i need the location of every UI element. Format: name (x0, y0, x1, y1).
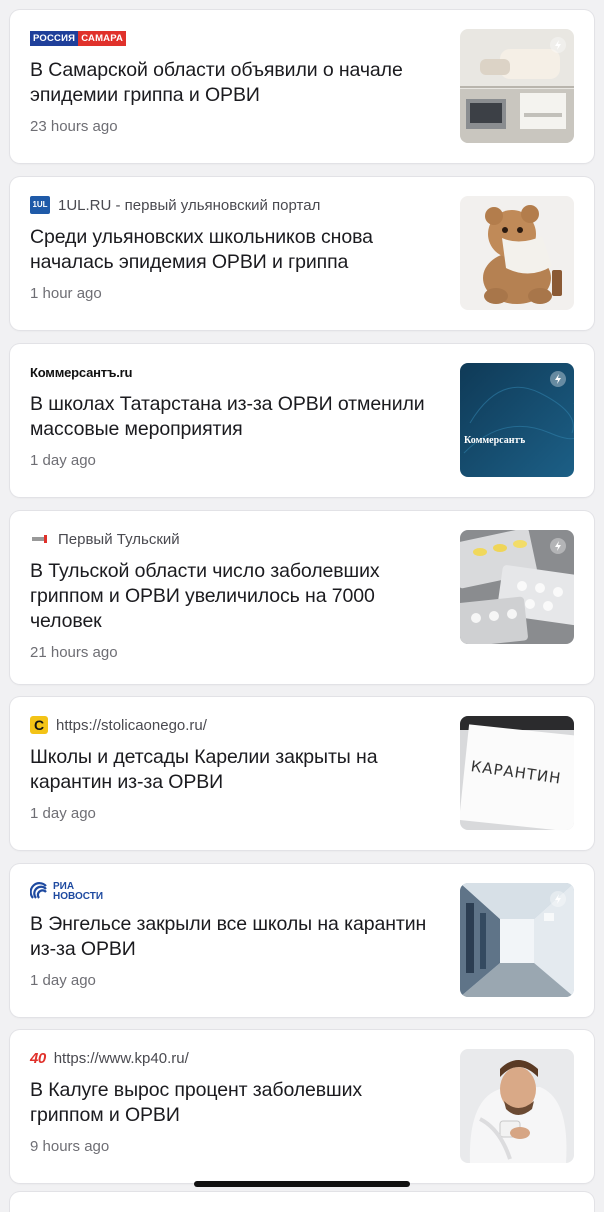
news-card[interactable]: 40 https://www.kp40.ru/ В Калуге вырос п… (10, 1030, 594, 1183)
article-time: 21 hours ago (30, 644, 118, 661)
article-thumbnail[interactable] (460, 29, 574, 143)
article-thumbnail[interactable] (460, 883, 574, 997)
source-name[interactable]: 1UL.RU - первый ульяновский портал (58, 197, 320, 214)
article-time: 1 day ago (30, 972, 96, 989)
card-text: Первый Тульский В Тульской области число… (30, 529, 440, 662)
card-text: РОССИЯ САМАРА В Самарской области объявил… (30, 28, 440, 135)
quarantine-sign-icon: КАРАНТИН (460, 716, 574, 830)
source-row: Первый Тульский (30, 529, 440, 549)
article-time: 1 day ago (30, 805, 96, 822)
article-title[interactable]: В Калуге вырос процент заболевших гриппо… (30, 1078, 440, 1128)
source-row: РОССИЯ САМАРА (30, 28, 440, 48)
1ul-logo: 1UL (30, 196, 50, 214)
stolicaonego-logo: C (30, 716, 48, 734)
news-card[interactable]: C https://stolicaonego.ru/ Школы и детса… (10, 697, 594, 850)
source-name[interactable]: https://stolicaonego.ru/ (56, 717, 207, 734)
ria-novosti-logo: РИА НОВОСТИ (30, 882, 103, 902)
article-time: 1 hour ago (30, 285, 102, 302)
card-text: 1UL 1UL.RU - первый ульяновский портал С… (30, 195, 440, 302)
article-thumbnail[interactable] (460, 530, 574, 644)
source-row: C https://stolicaonego.ru/ (30, 715, 440, 735)
teddy-bear-icon (460, 196, 574, 310)
source-name[interactable]: Первый Тульский (58, 531, 180, 548)
sick-man-icon (460, 1049, 574, 1163)
article-time: 23 hours ago (30, 118, 118, 135)
source-name[interactable]: https://www.kp40.ru/ (54, 1050, 189, 1067)
news-card[interactable]: Первый Тульский В Тульской области число… (10, 511, 594, 684)
home-indicator[interactable] (194, 1181, 410, 1187)
source-row: 1UL 1UL.RU - первый ульяновский портал (30, 195, 440, 215)
article-thumbnail[interactable] (460, 1049, 574, 1163)
article-time: 1 day ago (30, 452, 96, 469)
source-row: 40 https://www.kp40.ru/ (30, 1048, 440, 1068)
kp40-logo: 40 (30, 1049, 46, 1067)
news-card[interactable]: РИА НОВОСТИ В Энгельсе закрыли все школы… (10, 864, 594, 1017)
article-time: 9 hours ago (30, 1138, 110, 1155)
source-row: РИА НОВОСТИ (30, 882, 440, 902)
article-thumbnail[interactable]: КАРАНТИН (460, 716, 574, 830)
article-title[interactable]: В Энгельсе закрыли все школы на карантин… (30, 912, 440, 962)
news-card[interactable]: РОССИЯ САМАРА В Самарской области объявил… (10, 10, 594, 163)
amp-lightning-icon (550, 371, 566, 387)
svg-text:Коммерсантъ: Коммерсантъ (464, 435, 525, 446)
amp-lightning-icon (550, 538, 566, 554)
article-title[interactable]: В школах Татарстана из-за ОРВИ отменили … (30, 392, 440, 442)
article-title[interactable]: В Тульской области число заболевших грип… (30, 559, 440, 634)
card-text: РИА НОВОСТИ В Энгельсе закрыли все школы… (30, 882, 440, 989)
source-row: Коммерсантъ.ru (30, 362, 440, 382)
next-card-peek (10, 1192, 594, 1212)
article-title[interactable]: В Самарской области объявили о начале эп… (30, 58, 440, 108)
rossiya-samara-logo: РОССИЯ САМАРА (30, 30, 127, 46)
card-text: Коммерсантъ.ru В школах Татарстана из-за… (30, 362, 440, 470)
news-card[interactable]: Коммерсантъ.ru В школах Татарстана из-за… (10, 344, 594, 497)
kommersant-logo[interactable]: Коммерсантъ.ru (30, 365, 132, 380)
news-card[interactable]: 1UL 1UL.RU - первый ульяновский портал С… (10, 177, 594, 330)
article-thumbnail[interactable] (460, 196, 574, 310)
card-text: 40 https://www.kp40.ru/ В Калуге вырос п… (30, 1048, 440, 1156)
perviy-tulskiy-logo (30, 532, 50, 546)
amp-lightning-icon (550, 891, 566, 907)
article-thumbnail[interactable]: Коммерсантъ (460, 363, 574, 477)
amp-lightning-icon (550, 37, 566, 53)
article-title[interactable]: Среди ульяновских школьников снова начал… (30, 225, 440, 275)
card-text: C https://stolicaonego.ru/ Школы и детса… (30, 715, 440, 822)
article-title[interactable]: Школы и детсады Карелии закрыты на каран… (30, 745, 440, 795)
